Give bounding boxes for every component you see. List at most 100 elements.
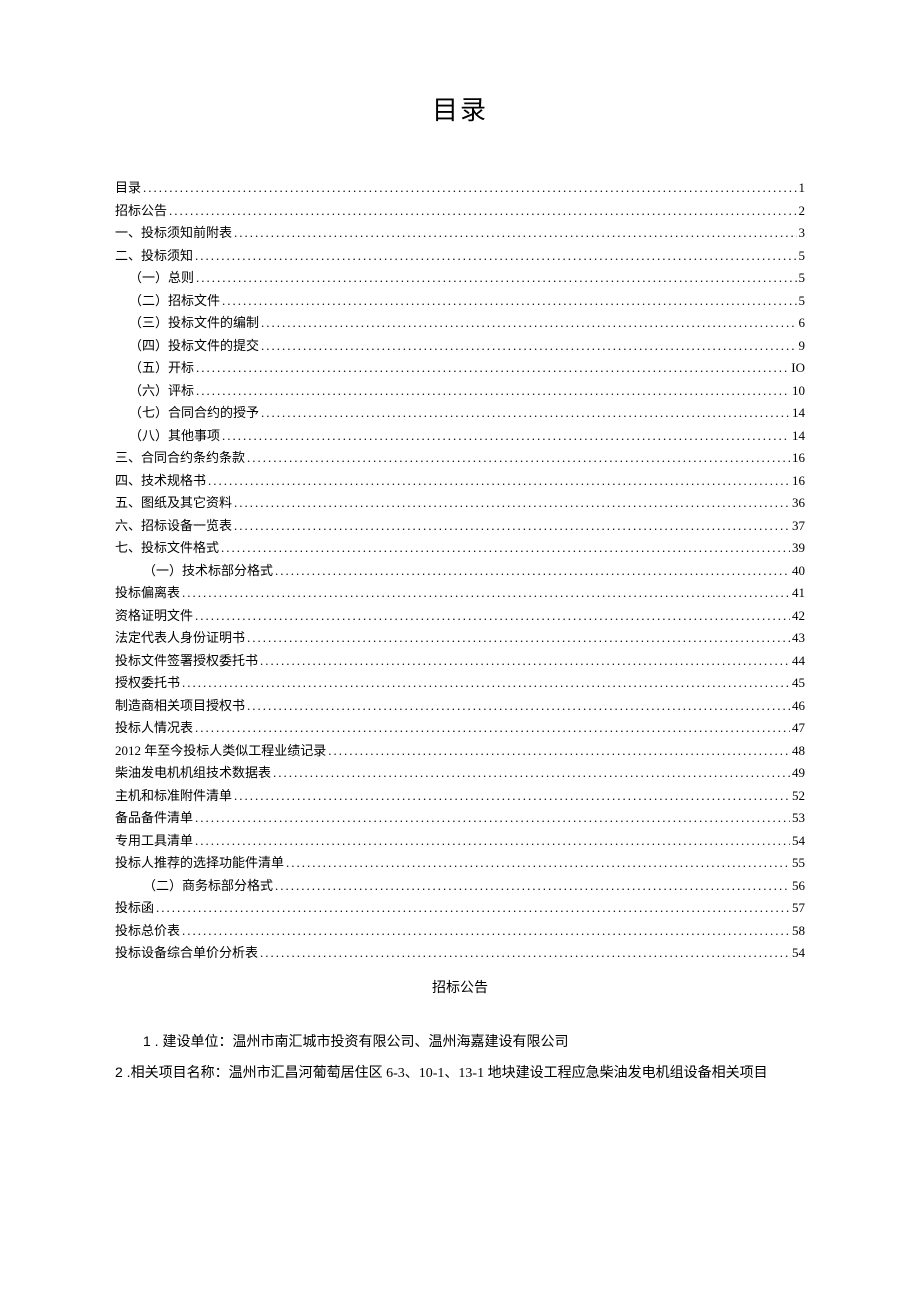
para1-prefix: 1 . 建设单位： (143, 1033, 232, 1049)
para2-prefix: 2 .相关项目名称： (115, 1064, 229, 1080)
toc-page-number: 58 (792, 924, 805, 937)
toc-leader-dots: ........................................… (234, 789, 790, 802)
toc-leader-dots: ........................................… (143, 181, 796, 194)
toc-row: （六）评标...................................… (115, 384, 805, 397)
toc-row: （一）技术标部分格式..............................… (115, 564, 805, 577)
toc-label: 法定代表人身份证明书 (115, 631, 245, 644)
toc-page-number: 16 (792, 451, 805, 464)
toc-label: 七、投标文件格式 (115, 541, 219, 554)
toc-row: （五）开标...................................… (115, 361, 805, 374)
toc-page-number: 37 (792, 519, 805, 532)
toc-leader-dots: ........................................… (247, 631, 790, 644)
toc-label: 主机和标准附件清单 (115, 789, 232, 802)
toc-label: 投标人推荐的选择功能件清单 (115, 856, 284, 869)
toc-row: 授权委托书...................................… (115, 676, 805, 689)
toc-page-number: 5 (799, 271, 806, 284)
toc-row: 一、投标须知前附表...............................… (115, 226, 805, 239)
toc-label: （三）投标文件的编制 (129, 316, 259, 329)
toc-label: （七）合同合约的授予 (129, 406, 259, 419)
toc-row: 投标人推荐的选择功能件清单...........................… (115, 856, 805, 869)
toc-page-number: 9 (799, 339, 806, 352)
toc-label: 一、投标须知前附表 (115, 226, 232, 239)
toc-row: 七、投标文件格式................................… (115, 541, 805, 554)
toc-page-number: 5 (799, 249, 806, 262)
toc-label: 投标人情况表 (115, 721, 193, 734)
toc-leader-dots: ........................................… (273, 766, 790, 779)
toc-row: 目录......................................… (115, 181, 805, 194)
toc-label: 目录 (115, 181, 141, 194)
toc-leader-dots: ........................................… (260, 654, 790, 667)
toc-label: （八）其他事项 (129, 429, 220, 442)
toc-row: （二）招标文件.................................… (115, 294, 805, 307)
toc-label: 投标文件签署授权委托书 (115, 654, 258, 667)
toc-label: （一）技术标部分格式 (143, 564, 273, 577)
toc-row: （一）总则...................................… (115, 271, 805, 284)
table-of-contents: 目录......................................… (115, 181, 805, 959)
toc-leader-dots: ........................................… (182, 586, 790, 599)
toc-row: 招标公告....................................… (115, 204, 805, 217)
toc-row: 四、技术规格书.................................… (115, 474, 805, 487)
toc-leader-dots: ........................................… (261, 406, 790, 419)
toc-label: 三、合同合约条约条款 (115, 451, 245, 464)
paragraph-1: 1 . 建设单位：温州市南汇城市投资有限公司、温州海嘉建设有限公司 (115, 1027, 805, 1058)
toc-label: （一）总则 (129, 271, 194, 284)
toc-row: 投标设备综合单价分析表.............................… (115, 946, 805, 959)
toc-leader-dots: ........................................… (195, 811, 790, 824)
toc-leader-dots: ........................................… (169, 204, 796, 217)
toc-page-number: 14 (792, 429, 805, 442)
toc-label: （六）评标 (129, 384, 194, 397)
toc-row: 投标函.....................................… (115, 901, 805, 914)
toc-row: 投标偏离表...................................… (115, 586, 805, 599)
toc-leader-dots: ........................................… (234, 226, 796, 239)
toc-row: 2012 年至今投标人类似工程业绩记录.....................… (115, 744, 805, 757)
toc-label: 二、投标须知 (115, 249, 193, 262)
toc-page-number: 57 (792, 901, 805, 914)
toc-page-number: 56 (792, 879, 805, 892)
page-title: 目录 (115, 90, 805, 127)
toc-leader-dots: ........................................… (195, 721, 790, 734)
toc-label: 投标偏离表 (115, 586, 180, 599)
toc-leader-dots: ........................................… (196, 361, 789, 374)
toc-leader-dots: ........................................… (222, 294, 796, 307)
toc-leader-dots: ........................................… (221, 541, 790, 554)
toc-label: 2012 年至今投标人类似工程业绩记录 (115, 744, 326, 757)
toc-leader-dots: ........................................… (208, 474, 790, 487)
toc-page-number: 44 (792, 654, 805, 667)
toc-page-number: 42 (792, 609, 805, 622)
toc-leader-dots: ........................................… (234, 496, 790, 509)
toc-page-number: 36 (792, 496, 805, 509)
toc-leader-dots: ........................................… (260, 946, 790, 959)
toc-row: 二、投标须知..................................… (115, 249, 805, 262)
toc-page-number: 47 (792, 721, 805, 734)
toc-row: （七）合同合约的授予..............................… (115, 406, 805, 419)
toc-leader-dots: ........................................… (275, 564, 790, 577)
toc-page-number: 52 (792, 789, 805, 802)
toc-leader-dots: ........................................… (247, 699, 790, 712)
toc-leader-dots: ........................................… (182, 676, 790, 689)
toc-label: （四）投标文件的提交 (129, 339, 259, 352)
toc-leader-dots: ........................................… (234, 519, 790, 532)
toc-page-number: 14 (792, 406, 805, 419)
toc-page-number: 49 (792, 766, 805, 779)
toc-row: （三）投标文件的编制..............................… (115, 316, 805, 329)
toc-label: 资格证明文件 (115, 609, 193, 622)
toc-row: （八）其他事项.................................… (115, 429, 805, 442)
toc-row: 制造商相关项目授权书..............................… (115, 699, 805, 712)
toc-leader-dots: ........................................… (156, 901, 790, 914)
toc-leader-dots: ........................................… (182, 924, 790, 937)
paragraph-2: 2 .相关项目名称：温州市汇昌河葡萄居住区 6-3、10-1、13-1 地块建设… (115, 1058, 805, 1089)
toc-row: 主机和标准附件清单...............................… (115, 789, 805, 802)
toc-row: 专用工具清单..................................… (115, 834, 805, 847)
toc-label: （二）招标文件 (129, 294, 220, 307)
para1-body: 温州市南汇城市投资有限公司、温州海嘉建设有限公司 (232, 1035, 568, 1050)
toc-page-number: 41 (792, 586, 805, 599)
toc-page-number: 45 (792, 676, 805, 689)
toc-leader-dots: ........................................… (261, 316, 796, 329)
toc-label: 投标总价表 (115, 924, 180, 937)
toc-page-number: 10 (792, 384, 805, 397)
toc-leader-dots: ........................................… (195, 834, 790, 847)
toc-label: 投标设备综合单价分析表 (115, 946, 258, 959)
toc-leader-dots: ........................................… (195, 609, 790, 622)
toc-page-number: 1 (799, 181, 806, 194)
toc-page-number: 43 (792, 631, 805, 644)
